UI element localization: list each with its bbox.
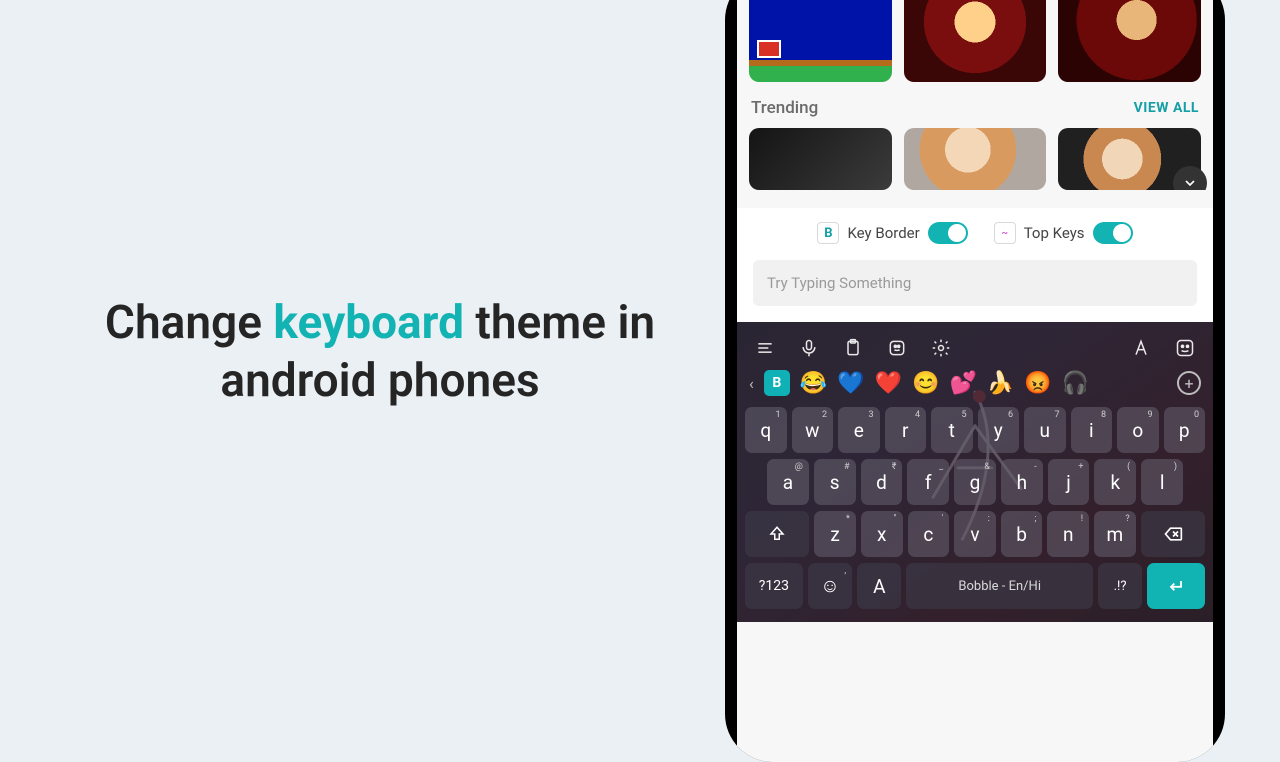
key-p[interactable]: p0 <box>1164 407 1206 453</box>
enter-key[interactable] <box>1147 563 1205 609</box>
keyboard: ‹ B 😂 💙 ❤️ 😊 💕 🍌 😡 🎧 + q1w2e3r4t5y6u7i8o9p0 a@s… <box>737 322 1213 622</box>
key-o[interactable]: o9 <box>1117 407 1159 453</box>
sticker-icon[interactable] <box>883 334 911 362</box>
keyboard-settings-panel: B Key Border ~ Top Keys Try Typing Somet… <box>737 208 1213 322</box>
key-w[interactable]: w2 <box>792 407 834 453</box>
emoji-key[interactable]: ☺, <box>808 563 852 609</box>
menu-icon[interactable] <box>751 334 779 362</box>
theme-thumb[interactable] <box>749 128 892 190</box>
key-c[interactable]: c' <box>908 511 950 557</box>
headline: Change keyboard theme in android phones <box>40 295 720 410</box>
period-key[interactable]: .!? <box>1098 563 1142 609</box>
emoji-panel-icon[interactable] <box>1171 334 1199 362</box>
try-typing-input[interactable]: Try Typing Something <box>753 260 1197 306</box>
key-y[interactable]: y6 <box>978 407 1020 453</box>
key-border-label: Key Border <box>847 224 919 242</box>
key-row-1: q1w2e3r4t5y6u7i8o9p0 <box>743 404 1207 456</box>
collapse-toggle[interactable] <box>1173 166 1207 190</box>
phone-frame: Trending VIEW ALL B Key Border <box>725 0 1225 762</box>
clipboard-icon[interactable] <box>839 334 867 362</box>
key-q[interactable]: q1 <box>745 407 787 453</box>
space-key[interactable]: Bobble - En/Hi <box>906 563 1092 609</box>
theme-thumb[interactable] <box>749 0 892 82</box>
backspace-key[interactable] <box>1141 511 1205 557</box>
add-emoji-button[interactable]: + <box>1177 371 1201 395</box>
shift-key[interactable] <box>745 511 809 557</box>
emoji-suggestion[interactable]: 💕 <box>949 371 976 396</box>
key-row-3: z*x"c'v:b;n!m? <box>743 508 1207 560</box>
key-x[interactable]: x" <box>861 511 903 557</box>
keyboard-toolbar <box>743 330 1207 370</box>
key-e[interactable]: e3 <box>838 407 880 453</box>
gear-icon[interactable] <box>927 334 955 362</box>
section-title-trending: Trending <box>751 98 818 118</box>
key-f[interactable]: f_ <box>907 459 949 505</box>
key-k[interactable]: k( <box>1094 459 1136 505</box>
view-all-link[interactable]: VIEW ALL <box>1134 100 1199 116</box>
theme-thumb[interactable] <box>904 0 1047 82</box>
emoji-suggestion[interactable]: ❤️ <box>875 371 902 396</box>
font-icon[interactable] <box>1127 334 1155 362</box>
key-s[interactable]: s# <box>814 459 856 505</box>
top-keys-label: Top Keys <box>1024 224 1085 242</box>
theme-thumb[interactable] <box>904 128 1047 190</box>
emoji-suggestion-row: ‹ B 😂 💙 ❤️ 😊 💕 🍌 😡 🎧 + <box>743 370 1207 404</box>
language-key[interactable]: A <box>857 563 901 609</box>
key-d[interactable]: d₹ <box>861 459 903 505</box>
key-v[interactable]: v: <box>954 511 996 557</box>
key-h[interactable]: h- <box>1001 459 1043 505</box>
key-a[interactable]: a@ <box>767 459 809 505</box>
key-u[interactable]: u7 <box>1024 407 1066 453</box>
key-r[interactable]: r4 <box>885 407 927 453</box>
emoji-suggestion[interactable]: 😡 <box>1024 371 1051 396</box>
key-b[interactable]: b; <box>1001 511 1043 557</box>
trending-thumbnails-row <box>737 128 1213 190</box>
key-t[interactable]: t5 <box>931 407 973 453</box>
top-keys-icon: ~ <box>994 222 1016 244</box>
symbols-key[interactable]: ?123 <box>745 563 803 609</box>
chevron-left-icon[interactable]: ‹ <box>749 374 754 393</box>
emoji-suggestion[interactable]: 🎧 <box>1062 371 1089 396</box>
key-row-bottom: ?123 ☺, A Bobble - En/Hi .!? <box>743 560 1207 612</box>
key-border-icon: B <box>817 222 839 244</box>
key-border-toggle[interactable] <box>928 222 968 244</box>
key-j[interactable]: j+ <box>1048 459 1090 505</box>
key-i[interactable]: i8 <box>1071 407 1113 453</box>
key-g[interactable]: g& <box>954 459 996 505</box>
emoji-suggestion[interactable]: 😊 <box>912 371 939 396</box>
mic-icon[interactable] <box>795 334 823 362</box>
key-row-2: a@s#d₹f_g&h-j+k(l) <box>743 456 1207 508</box>
emoji-suggestion[interactable]: 💙 <box>837 371 864 396</box>
key-z[interactable]: z* <box>814 511 856 557</box>
theme-thumbnails-row <box>737 0 1213 82</box>
top-keys-toggle[interactable] <box>1093 222 1133 244</box>
theme-thumb[interactable] <box>1058 0 1201 82</box>
app-badge-icon[interactable]: B <box>764 370 790 396</box>
emoji-suggestion[interactable]: 🍌 <box>987 371 1014 396</box>
key-m[interactable]: m? <box>1094 511 1136 557</box>
key-n[interactable]: n! <box>1047 511 1089 557</box>
emoji-suggestion[interactable]: 😂 <box>800 371 827 396</box>
key-l[interactable]: l) <box>1141 459 1183 505</box>
